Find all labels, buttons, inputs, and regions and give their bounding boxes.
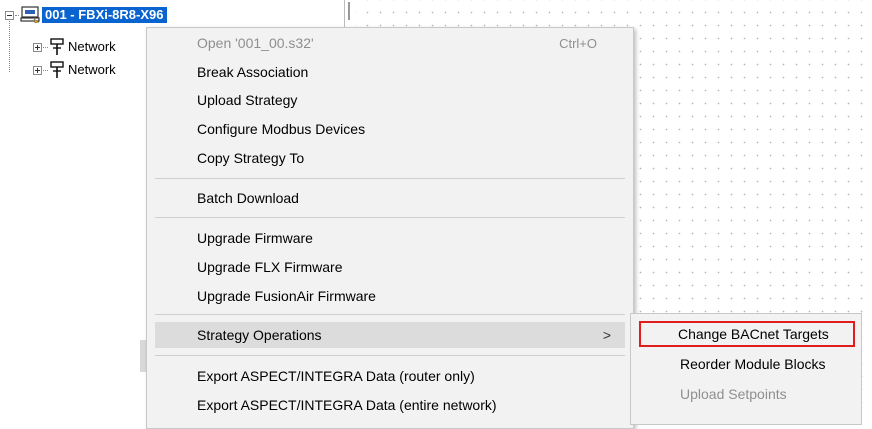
menu-item-upgrade-fusionair-firmware[interactable]: Upgrade FusionAir Firmware [155, 283, 625, 309]
menu-item-open[interactable]: Open '001_00.s32' Ctrl+O [155, 30, 625, 56]
menu-item-shortcut: Ctrl+O [559, 35, 597, 51]
submenu-item-label: Upload Setpoints [680, 386, 787, 402]
expand-icon[interactable] [33, 42, 42, 52]
menu-item-label: Upload Strategy [197, 92, 298, 108]
menu-item-upgrade-firmware[interactable]: Upgrade Firmware [155, 225, 625, 251]
menu-separator [155, 314, 625, 315]
menu-item-break-association[interactable]: Break Association [155, 59, 625, 85]
tree-node-label: Network [68, 39, 116, 54]
submenu-arrow-icon: > [602, 327, 611, 343]
submenu-item-change-bacnet-targets[interactable]: Change BACnet Targets [639, 321, 855, 347]
tree-node-network-2[interactable]: Network [33, 60, 116, 80]
menu-item-label: Upgrade FLX Firmware [197, 259, 343, 275]
network-icon [50, 61, 64, 78]
network-icon [50, 38, 64, 55]
menu-separator [155, 178, 625, 179]
menu-separator [155, 355, 625, 356]
submenu-item-upload-setpoints[interactable]: Upload Setpoints [641, 381, 853, 407]
strategy-operations-submenu: Change BACnet Targets Reorder Module Blo… [630, 313, 862, 425]
menu-item-label: Upgrade Firmware [197, 230, 313, 246]
expand-icon[interactable] [33, 65, 42, 75]
controller-icon [20, 6, 40, 24]
menu-item-upgrade-flx-firmware[interactable]: Upgrade FLX Firmware [155, 254, 625, 280]
tree-node-label: Network [68, 62, 116, 77]
menu-item-label: Batch Download [197, 190, 299, 206]
menu-item-label: Open '001_00.s32' [197, 35, 314, 51]
menu-item-configure-modbus[interactable]: Configure Modbus Devices [155, 116, 625, 142]
tree-node-network-1[interactable]: Network [33, 37, 116, 57]
menu-item-export-entire-network[interactable]: Export ASPECT/INTEGRA Data (entire netwo… [155, 392, 625, 418]
menu-item-label: Export ASPECT/INTEGRA Data (router only) [197, 368, 475, 384]
menu-item-label: Copy Strategy To [197, 150, 305, 166]
menu-item-label: Configure Modbus Devices [197, 121, 366, 137]
menu-item-label: Export ASPECT/INTEGRA Data (entire netwo… [197, 397, 497, 413]
menu-item-label: Upgrade FusionAir Firmware [197, 288, 376, 304]
menu-item-copy-strategy[interactable]: Copy Strategy To [155, 145, 625, 171]
menu-item-label: Strategy Operations [197, 327, 322, 343]
menu-item-batch-download[interactable]: Batch Download [155, 185, 625, 211]
menu-item-upload-strategy[interactable]: Upload Strategy [155, 87, 625, 113]
tree-root-label[interactable]: 001 - FBXi-8R8-X96 [42, 7, 167, 23]
submenu-item-reorder-module-blocks[interactable]: Reorder Module Blocks [641, 351, 853, 377]
collapse-icon[interactable] [5, 10, 14, 20]
submenu-item-label: Change BACnet Targets [678, 326, 829, 342]
scrollbar-thumb[interactable] [348, 2, 350, 20]
menu-item-label: Break Association [197, 64, 309, 80]
menu-item-strategy-operations[interactable]: Strategy Operations > [155, 322, 625, 348]
context-menu: Open '001_00.s32' Ctrl+O Break Associati… [146, 27, 634, 429]
submenu-item-label: Reorder Module Blocks [680, 356, 826, 372]
menu-separator [155, 217, 625, 218]
tree-root-row[interactable]: 001 - FBXi-8R8-X96 [5, 5, 167, 25]
menu-item-export-router-only[interactable]: Export ASPECT/INTEGRA Data (router only) [155, 363, 625, 389]
